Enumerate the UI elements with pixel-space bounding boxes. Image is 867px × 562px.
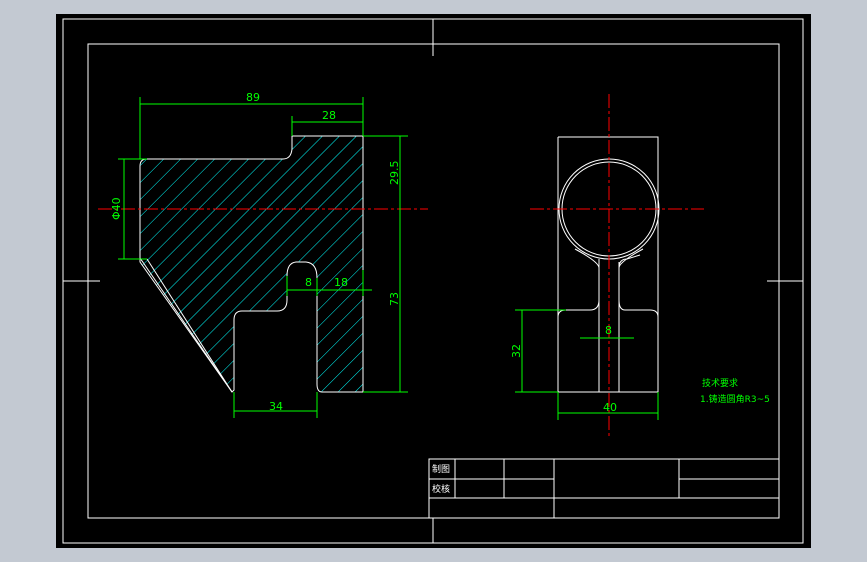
dim-top-height: 29.5 [388, 161, 401, 186]
cad-drawing-window: 89 28 29.5 Φ40 8 18 73 34 8 32 40 技术要求 1… [0, 0, 867, 562]
dim-foot-width: 34 [269, 400, 283, 413]
title-block-checked-by: 校核 [432, 483, 450, 495]
dim-base-width: 40 [603, 401, 617, 414]
dim-base-height: 32 [510, 344, 523, 358]
dim-overall-length: 89 [246, 91, 260, 104]
dim-web-width: 8 [605, 324, 612, 337]
dim-top-step: 28 [322, 109, 336, 122]
dim-total-height: 73 [388, 292, 401, 306]
dim-bore-dia: Φ40 [110, 197, 123, 220]
notes-title: 技术要求 [702, 377, 738, 389]
title-block-drawn-by: 制图 [432, 463, 450, 475]
dim-neck-width: 8 [305, 276, 312, 289]
dim-neck-right: 18 [334, 276, 348, 289]
notes-line1: 1.铸造圆角R3~5 [700, 393, 770, 405]
